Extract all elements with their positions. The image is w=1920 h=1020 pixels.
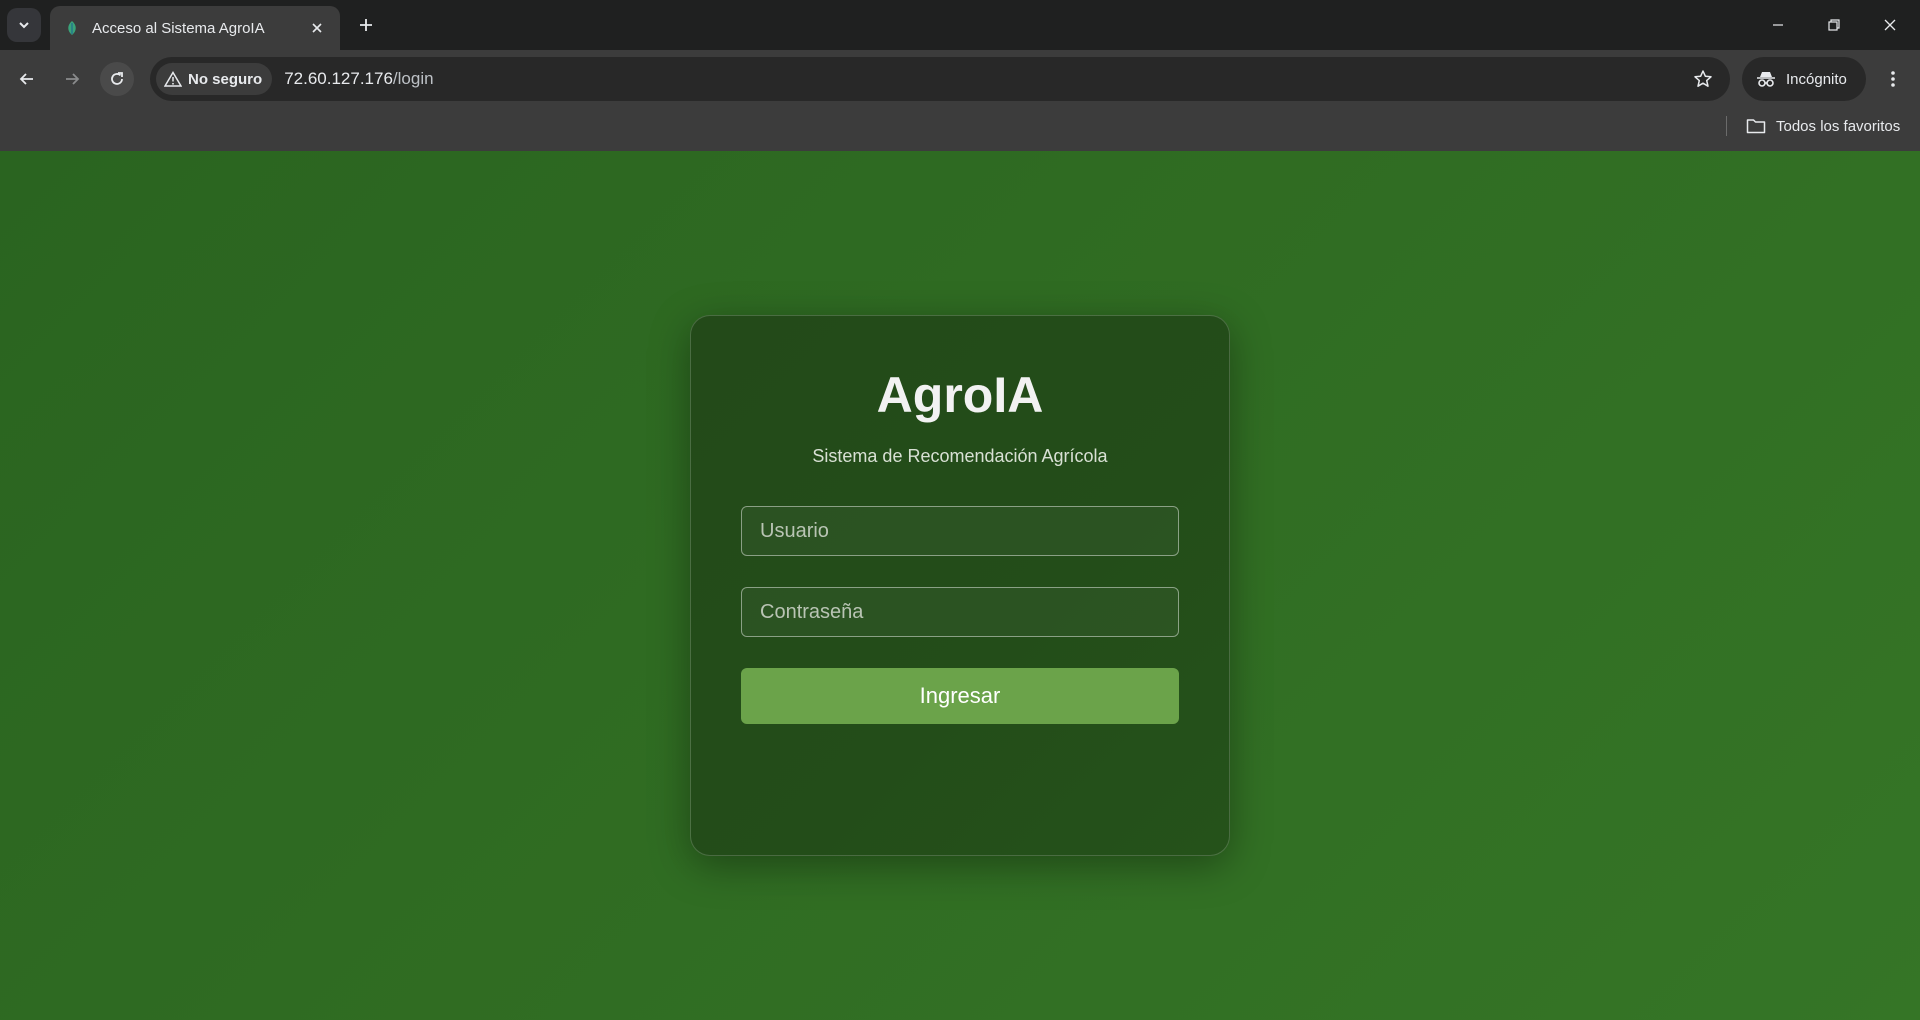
new-tab-button[interactable] [352, 11, 380, 39]
plus-icon [360, 19, 372, 31]
browser-titlebar: Acceso al Sistema AgroIA [0, 0, 1920, 50]
login-page: AgroIA Sistema de Recomendación Agrícola… [0, 151, 1920, 1020]
folder-icon [1746, 119, 1766, 134]
close-icon [312, 23, 322, 33]
back-button[interactable] [10, 62, 44, 96]
browser-tab[interactable]: Acceso al Sistema AgroIA [50, 6, 340, 50]
star-icon [1694, 70, 1712, 87]
all-bookmarks-label: Todos los favoritos [1776, 117, 1901, 135]
incognito-icon [1757, 72, 1775, 87]
browser-menu-button[interactable] [1876, 62, 1910, 96]
arrow-left-icon [19, 73, 33, 85]
bookmark-star-button[interactable] [1686, 62, 1720, 96]
bookmarks-divider [1726, 116, 1727, 136]
incognito-label: Incógnito [1786, 70, 1847, 88]
forward-button[interactable] [55, 62, 89, 96]
username-input[interactable] [741, 506, 1179, 556]
url-path: /login [392, 69, 434, 88]
security-label: No seguro [188, 70, 263, 88]
tab-close-button[interactable] [306, 17, 328, 39]
restore-icon [1828, 19, 1840, 31]
close-icon [1884, 19, 1896, 31]
more-vertical-icon [1891, 71, 1895, 87]
browser-toolbar: No seguro 72.60.127.176/login Incógnito [0, 50, 1920, 108]
arrow-right-icon [66, 73, 80, 85]
leaf-icon [64, 20, 80, 36]
tab-search-button[interactable] [7, 8, 41, 42]
all-bookmarks-button[interactable]: Todos los favoritos [1746, 112, 1900, 140]
tab-title: Acceso al Sistema AgroIA [92, 19, 265, 37]
minimize-icon [1773, 24, 1783, 26]
url-text[interactable]: 72.60.127.176/login [284, 69, 1686, 89]
address-bar[interactable]: No seguro 72.60.127.176/login [150, 57, 1730, 101]
login-card: AgroIA Sistema de Recomendación Agrícola… [690, 315, 1230, 856]
reload-button[interactable] [100, 62, 134, 96]
url-host: 72.60.127.176 [284, 69, 393, 88]
close-window-button[interactable] [1862, 0, 1918, 50]
brand-title: AgroIA [876, 367, 1044, 423]
brand-subtitle: Sistema de Recomendación Agrícola [812, 446, 1108, 466]
password-input[interactable] [741, 587, 1179, 637]
chevron-down-icon [19, 22, 29, 29]
minimize-button[interactable] [1750, 0, 1806, 50]
incognito-profile-button[interactable]: Incógnito [1742, 57, 1866, 101]
reload-icon [111, 72, 123, 85]
login-button[interactable]: Ingresar [741, 668, 1179, 724]
bookmarks-bar: Todos los favoritos [0, 108, 1920, 151]
security-chip[interactable]: No seguro [156, 63, 273, 95]
restore-button[interactable] [1806, 0, 1862, 50]
warning-icon [164, 71, 182, 87]
